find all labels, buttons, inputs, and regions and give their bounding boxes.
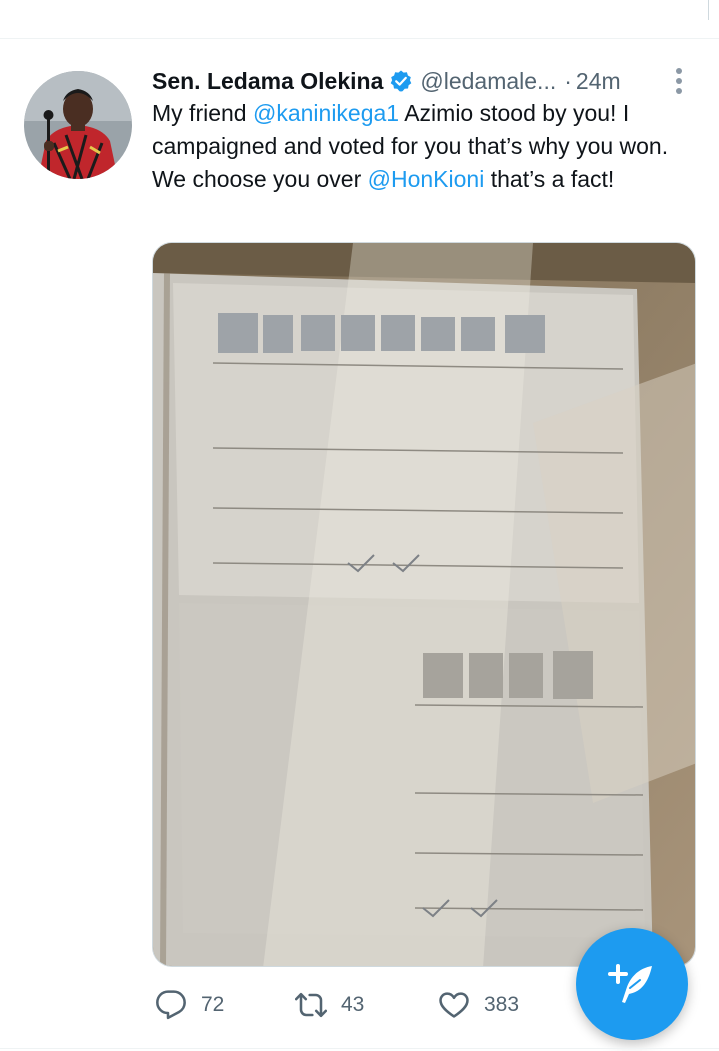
reply-button[interactable]: 72 bbox=[155, 985, 224, 1025]
tweet-text-part: My friend bbox=[152, 100, 253, 126]
header-separator: · bbox=[564, 67, 572, 94]
like-count: 383 bbox=[484, 993, 520, 1016]
heart-icon bbox=[439, 992, 469, 1018]
ballot-paper-photo bbox=[153, 243, 695, 966]
compose-tweet-button[interactable] bbox=[576, 928, 688, 1040]
avatar-image bbox=[24, 71, 132, 179]
mention-link[interactable]: @kaninikega1 bbox=[253, 100, 399, 126]
tweet-header: Sen. Ledama Olekina @ledamale... · 24m bbox=[152, 64, 672, 98]
compose-tweet-icon bbox=[608, 964, 652, 1003]
retweet-icon bbox=[295, 992, 327, 1018]
top-bar-divider bbox=[708, 0, 709, 20]
tweet-timestamp[interactable]: 24m bbox=[576, 68, 621, 95]
tweet-text: My friend @kaninikega1 Azimio stood by y… bbox=[152, 97, 692, 196]
retweet-count: 43 bbox=[341, 993, 365, 1016]
like-button[interactable]: 383 bbox=[438, 985, 519, 1025]
reply-count: 72 bbox=[201, 993, 225, 1016]
reply-icon bbox=[156, 990, 186, 1020]
tweet-media-photo[interactable] bbox=[152, 242, 696, 967]
author-name[interactable]: Sen. Ledama Olekina bbox=[152, 68, 383, 95]
tweet-text-part: that’s a fact! bbox=[484, 166, 615, 192]
top-bar bbox=[0, 0, 719, 39]
avatar[interactable] bbox=[24, 71, 132, 179]
mention-link[interactable]: @HonKioni bbox=[368, 166, 485, 192]
author-handle[interactable]: @ledamale... bbox=[420, 68, 556, 95]
verified-badge-icon bbox=[389, 69, 413, 93]
retweet-button[interactable]: 43 bbox=[295, 985, 364, 1025]
more-vertical-icon[interactable] bbox=[669, 66, 689, 96]
tweet-actions: 72 43 383 bbox=[155, 985, 575, 1025]
bottom-divider bbox=[0, 1048, 719, 1049]
